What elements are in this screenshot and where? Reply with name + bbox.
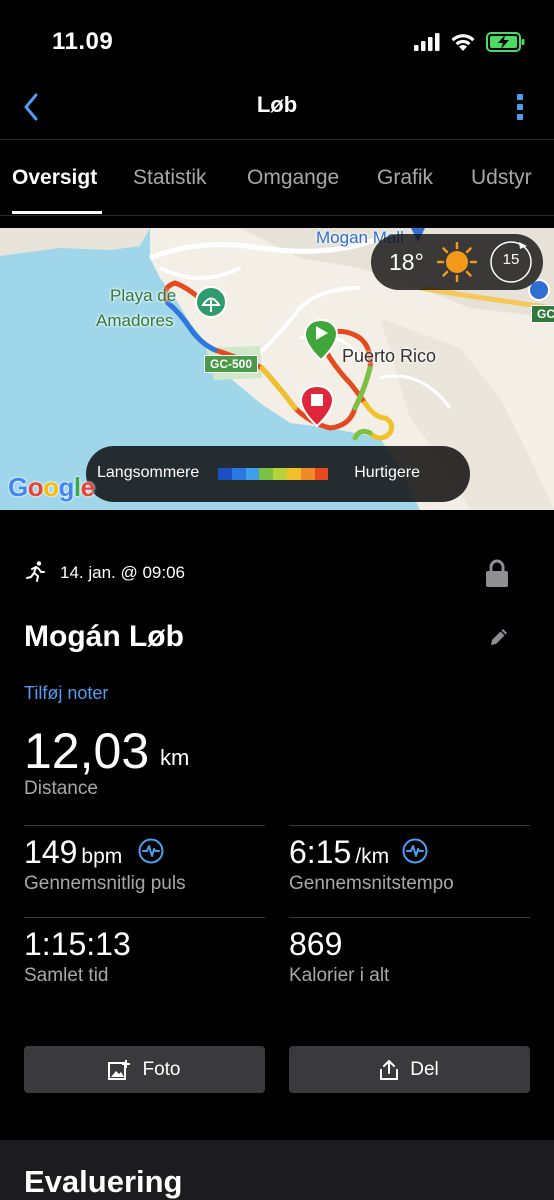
map-label-puerto-rico: Puerto Rico — [342, 346, 437, 366]
add-photo-button[interactable]: Foto — [24, 1046, 265, 1093]
lock-icon[interactable] — [484, 558, 510, 588]
share-button-label: Del — [410, 1058, 439, 1080]
stat-value: 149 — [24, 834, 78, 870]
activity-meta: 14. jan. @ 09:06 — [24, 558, 530, 590]
distance-unit: km — [160, 745, 190, 770]
tab-statistik[interactable]: Statistik — [133, 166, 207, 190]
sun-icon — [437, 242, 477, 282]
nav-bar: Løb — [0, 88, 554, 140]
stat-avg-pace: 6:15/km — [289, 834, 389, 871]
stat-label: Samlet tid — [24, 965, 109, 986]
activity-date: 14. jan. @ 09:06 — [60, 563, 186, 582]
weather-widget: 18° 15 — [371, 234, 543, 290]
divider — [289, 825, 530, 826]
legend-slow-label: Langsommere — [97, 464, 200, 481]
heart-rate-icon[interactable] — [138, 838, 164, 864]
stat-calories: 869 — [289, 926, 342, 963]
cellular-signal-icon — [414, 33, 440, 51]
active-tab-indicator — [12, 211, 102, 214]
stat-label: Gennemsnitstempo — [289, 873, 454, 894]
divider — [289, 917, 530, 918]
legend-color-bar — [218, 468, 329, 480]
stat-unit: /km — [355, 845, 390, 868]
legend-swatch — [218, 468, 232, 480]
photo-button-label: Foto — [142, 1058, 181, 1080]
google-attribution: Google — [8, 472, 95, 502]
road-badge-gc: GC — [531, 305, 554, 323]
weather-temperature: 18° — [389, 249, 424, 275]
route-map[interactable]: Playa de Amadores Puerto Rico Mogan Mall… — [0, 228, 554, 510]
map-label-playa: Playa de — [110, 286, 177, 305]
legend-swatch — [273, 468, 287, 480]
add-photo-icon — [108, 1059, 131, 1080]
legend-swatch — [286, 468, 301, 480]
heart-rate-icon[interactable] — [402, 838, 428, 864]
add-notes-link[interactable]: Tilføj noter — [24, 683, 108, 704]
distance-label: Distance — [24, 778, 98, 799]
road-badge-gc500: GC-500 — [204, 355, 259, 373]
stat-value: 6:15 — [289, 834, 352, 870]
more-options-button[interactable] — [514, 92, 526, 122]
divider — [24, 917, 265, 918]
stat-total-time: 1:15:13 — [24, 926, 131, 963]
tab-bar: Oversigt Statistik Omgange Grafik Udstyr — [0, 140, 554, 216]
legend-swatch — [231, 468, 246, 480]
pace-legend: Langsommere Hurtigere — [86, 446, 470, 502]
share-button[interactable]: Del — [289, 1046, 530, 1093]
battery-charging-icon — [486, 32, 525, 52]
tab-udstyr[interactable]: Udstyr — [471, 166, 532, 190]
wifi-icon — [451, 34, 475, 51]
legend-swatch — [245, 468, 260, 480]
edit-pencil-icon[interactable] — [488, 626, 510, 648]
legend-swatch — [314, 468, 329, 480]
wind-speed: 15 — [502, 251, 520, 268]
status-bar: 11.09 — [0, 0, 554, 88]
legend-swatch — [259, 468, 274, 480]
legend-swatch — [300, 468, 315, 480]
running-icon — [26, 561, 45, 582]
divider — [24, 825, 265, 826]
tab-omgange[interactable]: Omgange — [247, 166, 339, 190]
legend-fast-label: Hurtigere — [354, 464, 420, 481]
tab-grafik[interactable]: Grafik — [377, 166, 433, 190]
status-time: 11.09 — [52, 28, 114, 55]
share-icon — [380, 1059, 399, 1080]
section-title: Evaluering — [24, 1164, 183, 1199]
stat-label: Kalorier i alt — [289, 965, 390, 986]
stat-avg-hr: 149 bpm — [24, 834, 122, 871]
evaluation-section: Evaluering — [0, 1140, 554, 1200]
stat-value: 869 — [289, 926, 343, 962]
stat-label: Gennemsnitlig puls — [24, 873, 186, 894]
stat-value: 1:15:13 — [24, 926, 131, 962]
tab-oversigt[interactable]: Oversigt — [12, 166, 97, 190]
activity-title: Mogán Løb — [24, 620, 184, 653]
page-title: Løb — [256, 92, 298, 117]
more-vertical-icon — [517, 94, 523, 120]
status-icons — [414, 32, 526, 52]
distance-value: 12,03 — [24, 723, 150, 779]
map-label-playa-2: Amadores — [96, 311, 174, 330]
stat-unit: bpm — [81, 845, 123, 868]
